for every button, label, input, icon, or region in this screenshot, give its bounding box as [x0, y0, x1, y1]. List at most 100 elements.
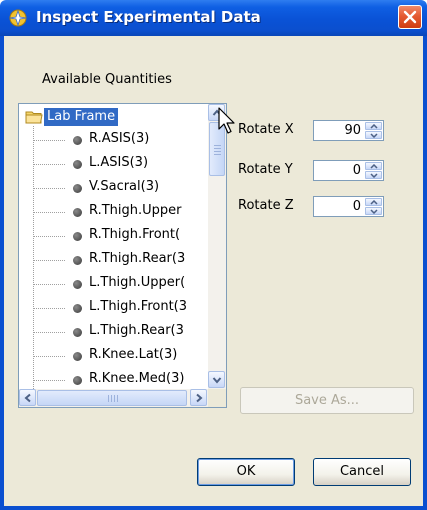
thumb-grip	[214, 148, 221, 149]
tree-item[interactable]: V.Sacral(3)	[33, 176, 208, 200]
rotate-z-label: Rotate Z	[238, 198, 294, 213]
thumb-grip	[111, 395, 112, 402]
spinner-buttons	[365, 198, 382, 215]
bullet-icon	[73, 208, 82, 217]
thumb-grip	[108, 395, 109, 402]
inspect-data-dialog: Inspect Experimental Data Available Quan…	[0, 0, 427, 510]
tree-branch-line	[33, 332, 65, 333]
available-quantities-label: Available Quantities	[42, 72, 172, 87]
rotate-x-spinner[interactable]: 90	[313, 120, 384, 141]
title-bar[interactable]: Inspect Experimental Data	[0, 0, 427, 36]
thumb-grip	[214, 145, 221, 146]
chevron-left-icon	[24, 393, 31, 403]
window-title: Inspect Experimental Data	[36, 8, 261, 26]
tree-item-label: L.Thigh.Upper(	[89, 275, 186, 290]
bullet-icon	[73, 376, 82, 385]
scroll-right-button[interactable]	[190, 389, 207, 406]
rotate-x-value: 90	[344, 123, 361, 138]
bullet-icon	[73, 184, 82, 193]
spin-up-button[interactable]	[365, 122, 382, 130]
rotate-y-value: 0	[352, 163, 361, 178]
save-as-button[interactable]: Save As...	[240, 387, 414, 414]
thumb-grip	[114, 395, 115, 402]
bullet-icon	[73, 304, 82, 313]
spinner-buttons	[365, 162, 382, 179]
tree-branch-line	[33, 188, 65, 189]
chevron-down-icon	[370, 173, 378, 178]
bullet-icon	[73, 328, 82, 337]
scrollbar-corner	[208, 389, 226, 407]
chevron-up-icon	[370, 124, 378, 129]
tree-viewport: Lab Frame R.ASIS(3) L.ASIS(3) V.Sacral(3…	[19, 104, 208, 389]
tree-branch-line	[33, 308, 65, 309]
tree-item-label: R.Thigh.Front(	[89, 227, 181, 242]
tree-branch-line	[33, 140, 65, 141]
spinner-buttons	[365, 122, 382, 139]
thumb-grip	[117, 395, 118, 402]
tree-item-label: R.Knee.Med(3)	[89, 371, 185, 386]
thumb-grip	[214, 154, 221, 155]
cancel-button[interactable]: Cancel	[313, 458, 411, 486]
tree-branch-line	[33, 356, 65, 357]
tree-item[interactable]: L.Thigh.Upper(	[33, 272, 208, 296]
vertical-scrollbar[interactable]	[208, 104, 226, 389]
tree-item-label: R.Knee.Lat(3)	[89, 347, 178, 362]
app-icon	[9, 9, 27, 27]
tree-item[interactable]: R.Thigh.Front(	[33, 224, 208, 248]
scroll-left-button[interactable]	[19, 389, 36, 406]
spin-up-button[interactable]	[365, 162, 382, 170]
tree-item[interactable]: R.ASIS(3)	[33, 128, 208, 152]
folder-icon	[25, 111, 43, 124]
tree-branch-line	[33, 380, 65, 381]
chevron-down-icon	[370, 209, 378, 214]
chevron-right-icon	[196, 393, 203, 403]
chevron-down-icon	[212, 377, 222, 384]
spin-down-button[interactable]	[365, 131, 382, 139]
rotate-y-spinner[interactable]: 0	[313, 160, 384, 181]
spin-down-button[interactable]	[365, 207, 382, 215]
rotate-y-label: Rotate Y	[238, 162, 293, 177]
tree-item[interactable]: R.Knee.Lat(3)	[33, 344, 208, 368]
rotate-z-spinner[interactable]: 0	[313, 196, 384, 217]
tree-item-label: R.Thigh.Upper	[89, 203, 182, 218]
tree-branch-line	[33, 164, 65, 165]
horizontal-scroll-thumb[interactable]	[37, 390, 187, 406]
chevron-up-icon	[370, 200, 378, 205]
window-border-bottom	[0, 506, 427, 510]
bullet-icon	[73, 136, 82, 145]
tree-root-label: Lab Frame	[44, 108, 119, 126]
tree-branch-line	[33, 236, 65, 237]
tree-item-label: L.ASIS(3)	[89, 155, 149, 170]
chevron-up-icon	[370, 164, 378, 169]
bullet-icon	[73, 352, 82, 361]
tree-branch-line	[33, 212, 65, 213]
tree-item-label: L.Thigh.Front(3	[89, 299, 188, 314]
tree-item[interactable]: L.Thigh.Front(3	[33, 296, 208, 320]
tree-item[interactable]: R.Knee.Med(3)	[33, 368, 208, 389]
tree-item-label: L.Thigh.Rear(3	[89, 323, 184, 338]
window-border-right	[423, 36, 427, 510]
rotate-x-label: Rotate X	[238, 122, 294, 137]
close-icon	[403, 10, 417, 24]
tree-item[interactable]: L.ASIS(3)	[33, 152, 208, 176]
ok-button[interactable]: OK	[197, 458, 295, 486]
rotate-z-value: 0	[352, 199, 361, 214]
mouse-cursor-icon	[218, 107, 235, 134]
bullet-icon	[73, 256, 82, 265]
horizontal-scrollbar[interactable]	[19, 389, 208, 407]
tree-item[interactable]: R.Thigh.Rear(3	[33, 248, 208, 272]
chevron-down-icon	[370, 133, 378, 138]
tree-item[interactable]: L.Thigh.Rear(3	[33, 320, 208, 344]
bullet-icon	[73, 160, 82, 169]
tree-item[interactable]: R.Thigh.Upper	[33, 200, 208, 224]
tree-item-label: R.ASIS(3)	[89, 131, 150, 146]
bullet-icon	[73, 232, 82, 241]
close-button[interactable]	[398, 5, 422, 29]
tree-branch-line	[33, 284, 65, 285]
tree-item-label: R.Thigh.Rear(3	[89, 251, 186, 266]
scroll-down-button[interactable]	[208, 371, 225, 388]
bullet-icon	[73, 280, 82, 289]
quantities-tree[interactable]: Lab Frame R.ASIS(3) L.ASIS(3) V.Sacral(3…	[18, 103, 227, 408]
spin-up-button[interactable]	[365, 198, 382, 206]
spin-down-button[interactable]	[365, 171, 382, 179]
